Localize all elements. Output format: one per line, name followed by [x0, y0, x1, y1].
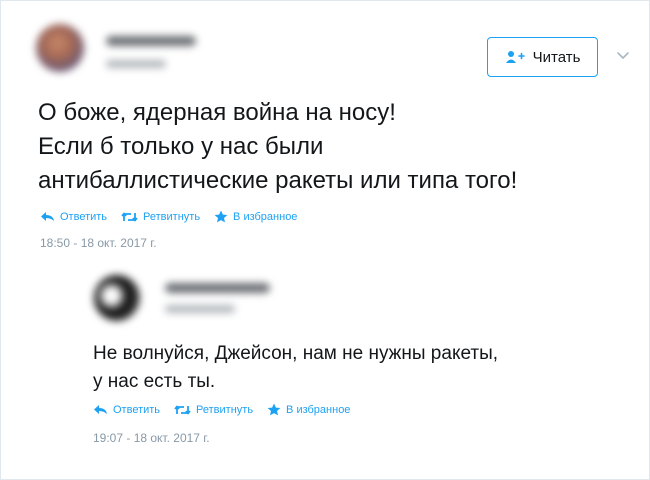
- star-icon: [267, 403, 281, 416]
- tweet-text-line: антибаллистические ракеты или типа того!: [38, 167, 518, 194]
- reply-label: Ответить: [113, 403, 161, 416]
- tweet-text: О боже, ядерная война на носу! Если б то…: [38, 96, 517, 198]
- tweet-text-line: О боже, ядерная война на носу!: [38, 99, 396, 126]
- retweet-label: Ретвитнуть: [143, 210, 201, 223]
- chevron-down-icon[interactable]: [616, 48, 630, 62]
- avatar[interactable]: [36, 24, 84, 72]
- reply-retweet-button[interactable]: Ретвитнуть: [174, 404, 253, 416]
- author-name[interactable]: [106, 36, 196, 46]
- tweet-actions: Ответить Ретвитнуть В избранное: [40, 210, 297, 223]
- retweet-icon: [121, 212, 138, 221]
- reply-favorite-button[interactable]: В избранное: [267, 403, 350, 416]
- reply-icon: [94, 405, 107, 414]
- follow-button-label: Читать: [532, 48, 581, 66]
- reply-button[interactable]: Ответить: [40, 211, 107, 223]
- favorite-label: В избранное: [233, 210, 298, 223]
- retweet-label: Ретвитнуть: [196, 403, 254, 416]
- tweet-text-line: Если б только у нас были: [38, 133, 324, 160]
- reply-text: Не волнуйся, Джейсон, нам не нужны ракет…: [93, 340, 498, 396]
- reply-author-name[interactable]: [165, 283, 270, 293]
- add-user-icon: [505, 51, 525, 63]
- retweet-icon: [174, 405, 191, 414]
- favorite-button[interactable]: В избранное: [214, 210, 297, 223]
- reply-icon: [41, 212, 54, 221]
- reply-timestamp[interactable]: 19:07 - 18 окт. 2017 г.: [93, 431, 210, 445]
- reply-avatar[interactable]: [94, 275, 140, 321]
- reply-actions: Ответить Ретвитнуть В избранное: [93, 403, 350, 416]
- reply-text-line: Не волнуйся, Джейсон, нам не нужны ракет…: [93, 343, 499, 364]
- author-handle: [106, 60, 166, 68]
- reply-reply-button[interactable]: Ответить: [93, 404, 160, 416]
- reply-text-line: у нас есть ты.: [93, 371, 216, 392]
- follow-button[interactable]: Читать: [487, 37, 598, 77]
- tweet-timestamp[interactable]: 18:50 - 18 окт. 2017 г.: [40, 236, 157, 250]
- retweet-button[interactable]: Ретвитнуть: [121, 211, 200, 223]
- star-icon: [214, 210, 228, 223]
- favorite-label: В избранное: [286, 403, 351, 416]
- reply-label: Ответить: [60, 210, 108, 223]
- reply-author-handle: [165, 305, 235, 313]
